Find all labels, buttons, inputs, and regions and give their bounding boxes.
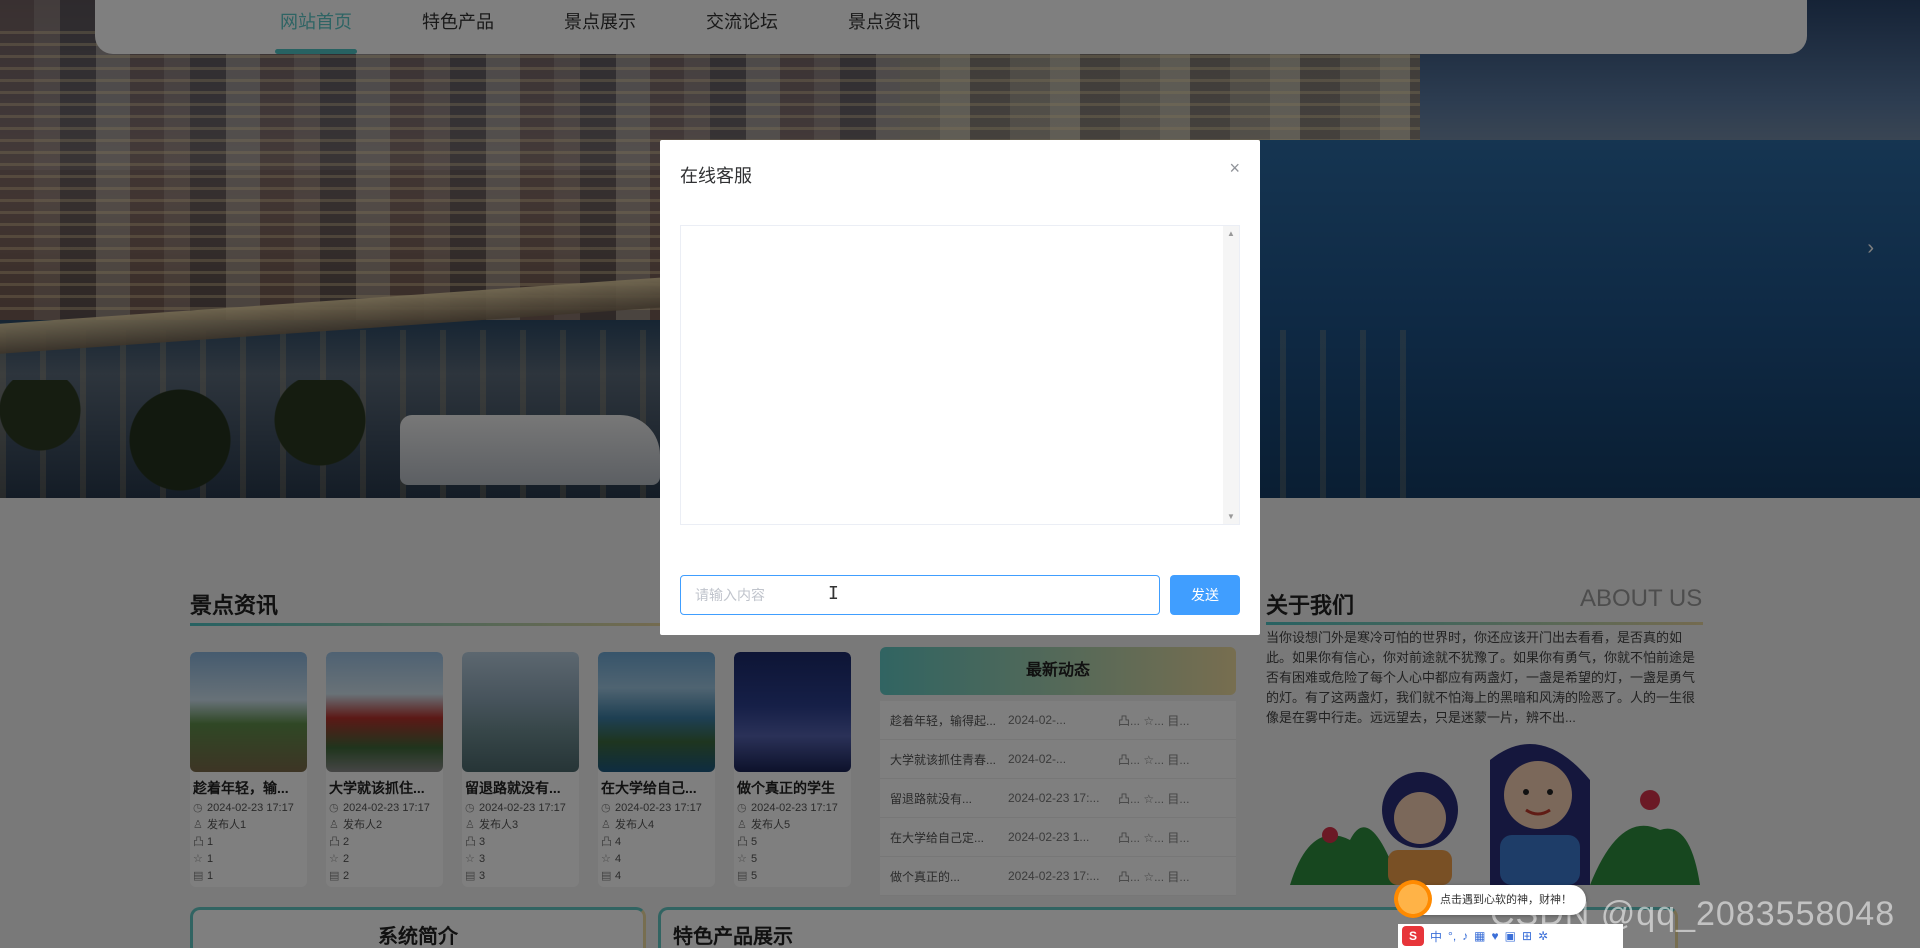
ime-language-toggle[interactable]: 中 xyxy=(1430,928,1442,945)
chat-scrollbar[interactable]: ▲ ▼ xyxy=(1223,226,1239,524)
grid-icon[interactable]: ⊞ xyxy=(1522,929,1532,943)
chat-message-area[interactable]: ▲ ▼ xyxy=(680,225,1240,525)
send-button[interactable]: 发送 xyxy=(1170,575,1240,615)
scroll-up-icon[interactable]: ▲ xyxy=(1227,229,1235,238)
skin-icon[interactable]: ♥ xyxy=(1492,929,1499,943)
ime-toolbar: S 中 °, ♪ ▦ ♥ ▣ ⊞ ✲ xyxy=(1398,924,1623,948)
settings-icon[interactable]: ✲ xyxy=(1538,929,1548,943)
close-icon[interactable]: × xyxy=(1229,158,1240,179)
punctuation-icon[interactable]: °, xyxy=(1448,929,1456,943)
customer-service-dialog: 在线客服 × ▲ ▼ 发送 xyxy=(660,140,1260,635)
toolbox-icon[interactable]: ▣ xyxy=(1505,929,1516,943)
sogou-logo-icon[interactable]: S xyxy=(1402,926,1424,946)
keyboard-icon[interactable]: ▦ xyxy=(1474,929,1485,943)
text-cursor-icon: I xyxy=(828,583,839,604)
sun-icon[interactable] xyxy=(1394,880,1432,918)
dialog-title: 在线客服 xyxy=(680,166,752,186)
chat-input[interactable] xyxy=(680,575,1160,615)
scroll-down-icon[interactable]: ▼ xyxy=(1227,512,1235,521)
microphone-icon[interactable]: ♪ xyxy=(1462,929,1468,943)
